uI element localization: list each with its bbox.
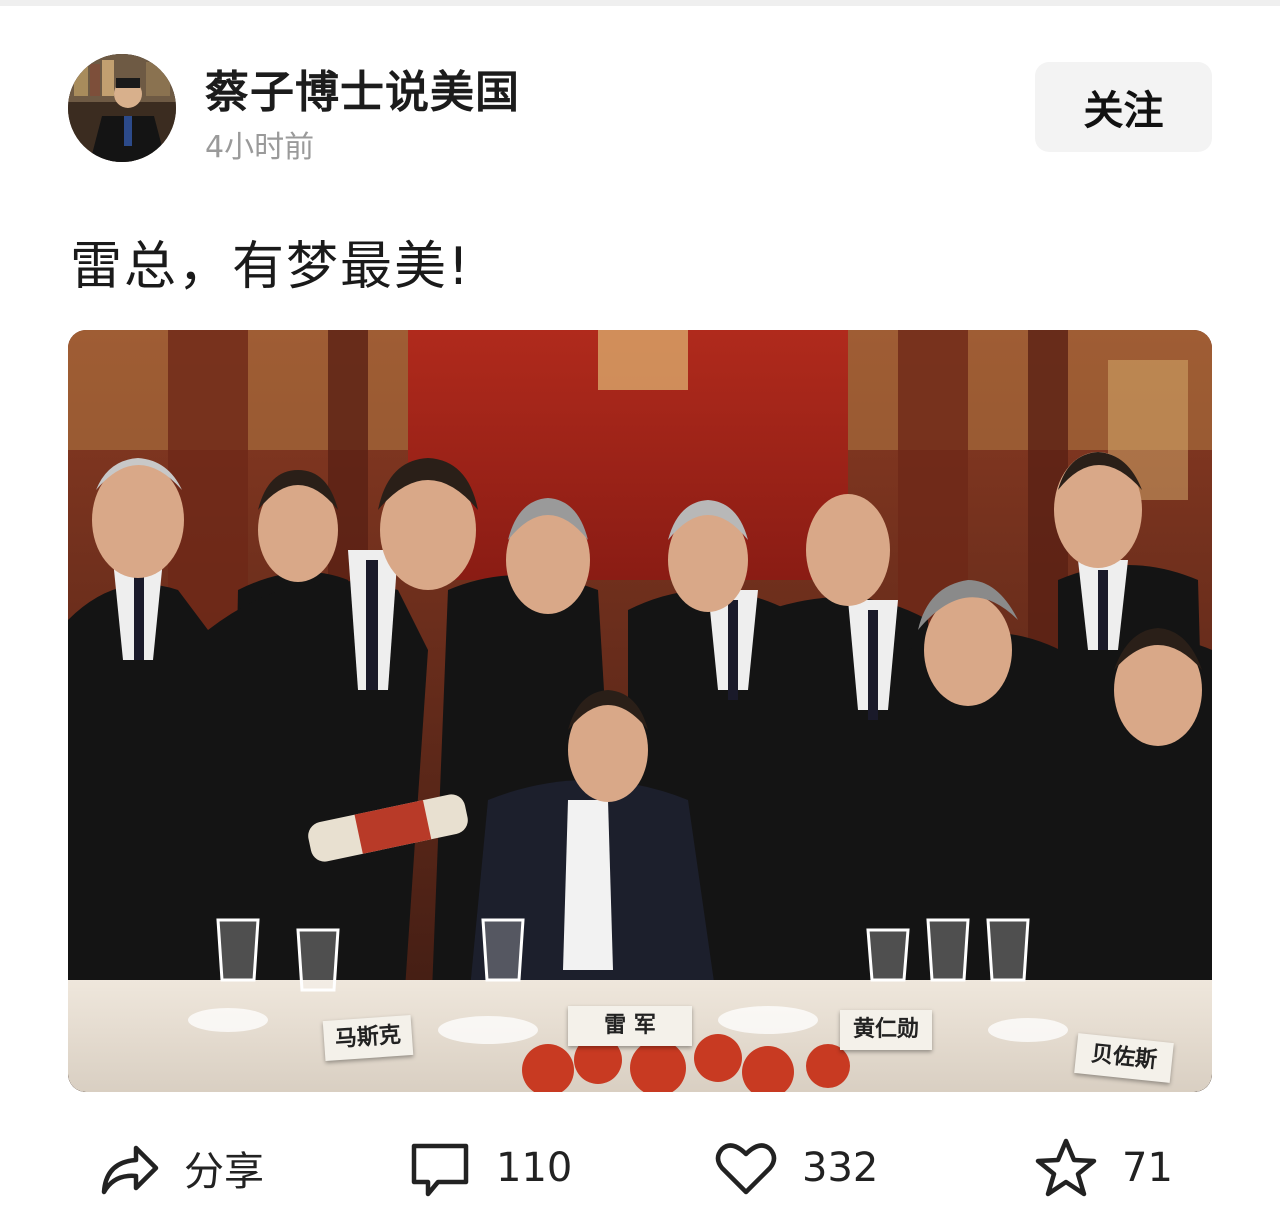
nameplate-lei-jun: 雷 军 <box>568 1006 692 1046</box>
comment-icon <box>408 1136 472 1200</box>
share-icon <box>96 1136 160 1200</box>
like-count: 332 <box>802 1145 879 1191</box>
author-name[interactable]: 蔡子博士说美国 <box>205 56 520 120</box>
nameplate-huang: 黄仁勋 <box>840 1010 932 1050</box>
top-divider <box>0 0 1280 6</box>
favorite-button[interactable]: 71 <box>1034 1128 1173 1208</box>
post-time: 4小时前 <box>205 130 315 165</box>
comment-button[interactable]: 110 <box>408 1128 572 1208</box>
like-button[interactable]: 332 <box>714 1128 878 1208</box>
action-bar: 分享 110 332 71 <box>0 1128 1280 1208</box>
star-icon <box>1034 1136 1098 1200</box>
heart-icon <box>714 1136 778 1200</box>
post-text: 雷总，有梦最美! <box>70 237 471 297</box>
comment-count: 110 <box>496 1145 573 1191</box>
follow-button[interactable]: 关注 <box>1035 62 1212 152</box>
share-button[interactable]: 分享 <box>96 1128 264 1208</box>
avatar[interactable] <box>68 54 176 162</box>
post-photo[interactable]: 马斯克 雷 军 黄仁勋 贝佐斯 <box>68 330 1212 1092</box>
nameplate-musk: 马斯克 <box>322 1014 414 1062</box>
favorite-count: 71 <box>1122 1145 1173 1191</box>
share-label: 分享 <box>184 1149 264 1195</box>
post-header: 蔡子博士说美国 4小时前 关注 <box>68 52 1212 165</box>
